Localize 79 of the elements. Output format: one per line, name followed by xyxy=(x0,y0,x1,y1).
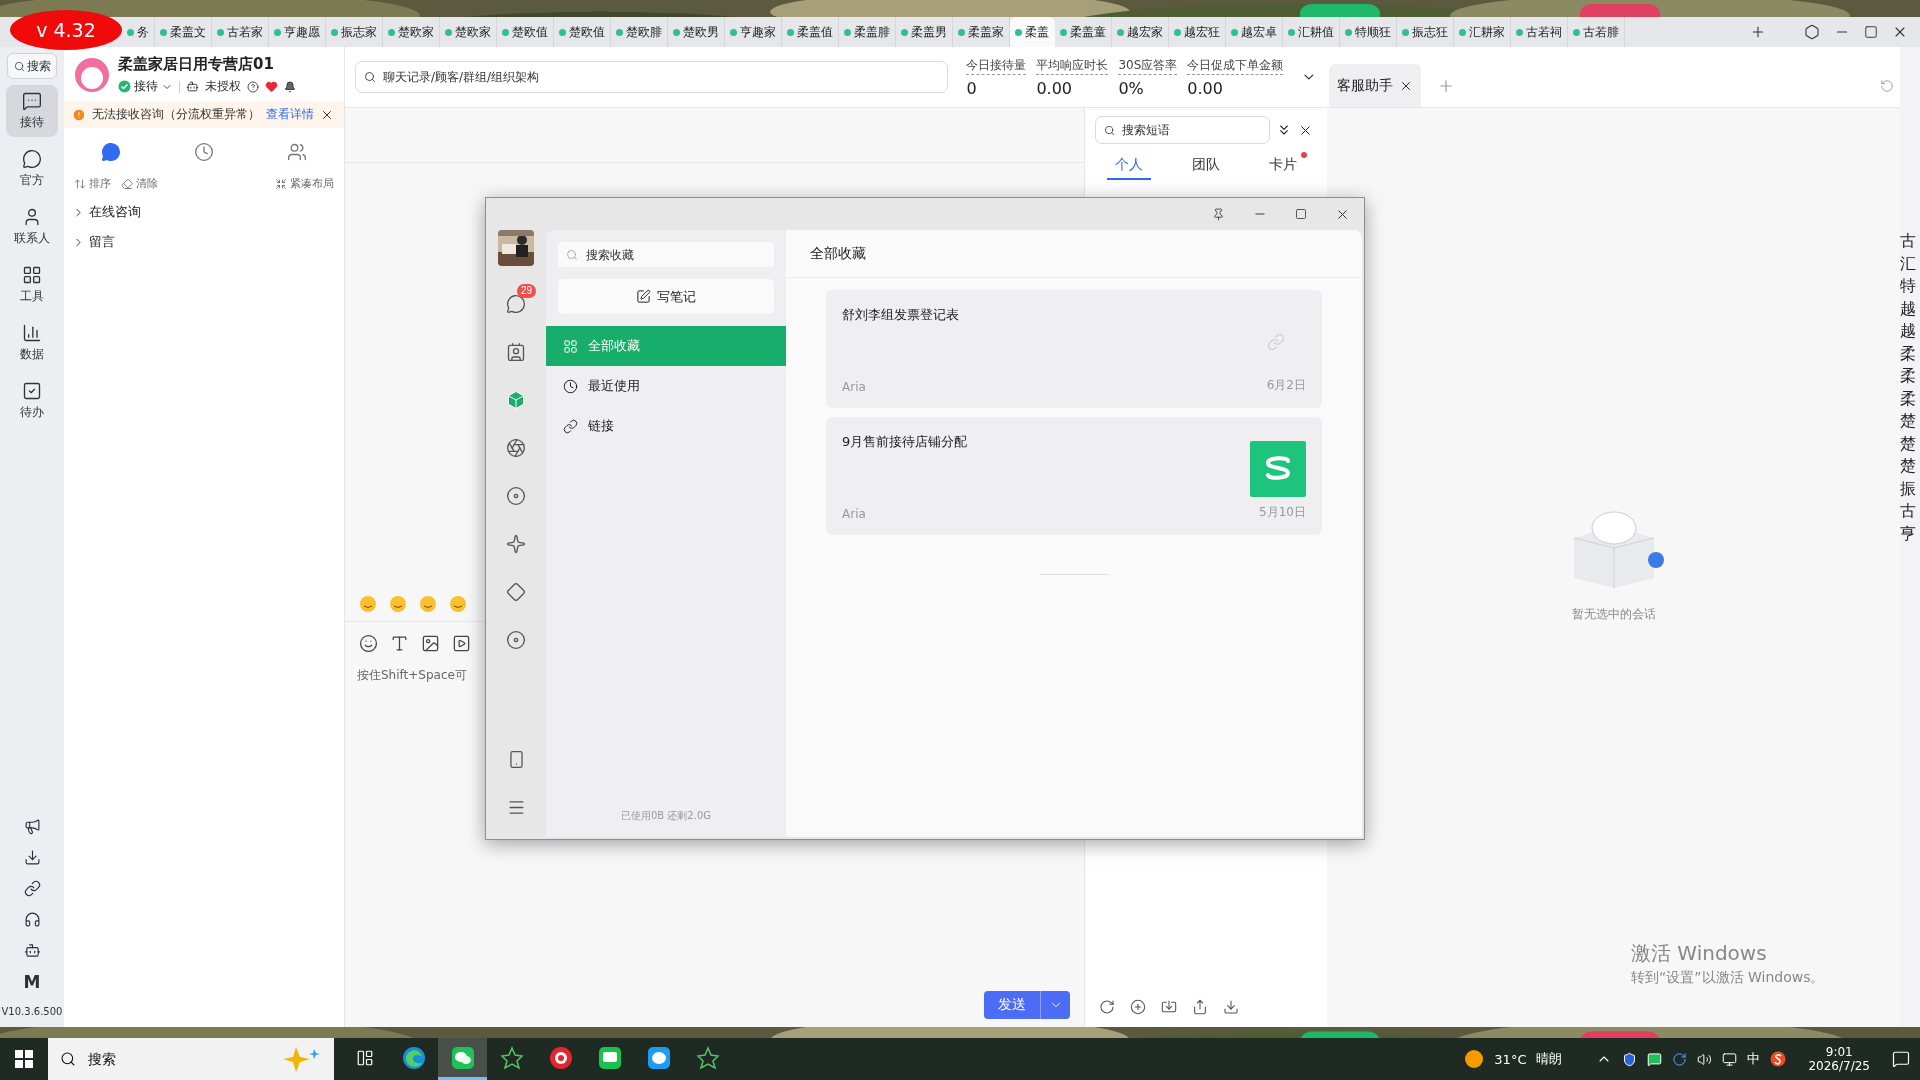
side-label: 越 xyxy=(1900,320,1916,342)
empty-text: 暂无选中的会话 xyxy=(1571,606,1656,623)
group-item[interactable]: 留言 xyxy=(64,227,344,257)
panel-title: 全部收藏 xyxy=(786,230,1362,278)
side-label: 古 xyxy=(1900,230,1916,252)
clock-time: 9:01 xyxy=(1825,1045,1853,1059)
temperature-text: 31°C xyxy=(1494,1051,1527,1067)
action-button[interactable]: 清除 xyxy=(121,176,158,191)
card-author: Aria xyxy=(842,507,867,521)
nav-item[interactable]: 待办 xyxy=(6,375,58,427)
shop-tab[interactable]: 柔盖 xyxy=(1010,17,1055,47)
phrase-tab[interactable]: 卡片 xyxy=(1260,152,1305,180)
search-field[interactable]: 聊天记录/顾客/群组/组织架构 xyxy=(355,61,949,93)
side-label: 柔 xyxy=(1900,365,1916,387)
send-button[interactable]: 发送 xyxy=(984,991,1040,1019)
activation-text: 转到“设置”以激活 Windows。 xyxy=(1631,969,1825,987)
action-button[interactable]: 排序 xyxy=(74,176,111,191)
activation-title: 激活 Windows xyxy=(1631,940,1768,967)
app-logo[interactable]: M xyxy=(23,972,41,992)
stat-label: 今日接待量 xyxy=(966,56,1027,75)
side-label: 古 xyxy=(1900,500,1916,522)
side-label: 柔 xyxy=(1900,387,1916,410)
action-button[interactable]: 紧凑布局 xyxy=(275,176,334,191)
version-text: V10.3.6.500 xyxy=(1,1006,63,1017)
shop-name: 柔盖家居日用专营店01 xyxy=(118,55,275,74)
nav-item[interactable]: 接待 xyxy=(6,85,58,137)
card-author: Aria xyxy=(842,380,867,394)
assistant-tab[interactable]: 客服助手 xyxy=(1329,64,1421,107)
side-label: 特 xyxy=(1900,275,1916,297)
write-note-button[interactable]: 写笔记 xyxy=(558,279,774,314)
nav-item[interactable]: 数据 xyxy=(6,317,58,369)
search-field[interactable]: 搜索收藏 xyxy=(558,242,774,267)
search-input[interactable]: 搜索短语 xyxy=(1120,122,1261,138)
unread-badge: 29 xyxy=(516,284,536,298)
nav-item[interactable]: 工具 xyxy=(6,259,58,311)
card-title: 9月售前接待店铺分配 xyxy=(842,433,969,451)
card-date: 5月10日 xyxy=(1259,504,1306,521)
favorites-nav-item[interactable]: 链接 xyxy=(546,406,786,446)
weather-text: 晴朗 xyxy=(1536,1050,1563,1068)
side-label: 楚 xyxy=(1900,455,1916,477)
clock-date: 2026/7/25 xyxy=(1808,1059,1870,1073)
favorite-card[interactable]: 舒刘李组发票登记表 Aria 6月2日 xyxy=(826,290,1322,408)
side-label: 楚 xyxy=(1900,432,1916,455)
search-field[interactable]: 搜索短语 xyxy=(1095,116,1270,144)
auth-status: 未授权 xyxy=(205,78,241,95)
stat-value: 0.00 xyxy=(1036,78,1073,98)
phrase-tab[interactable]: 团队 xyxy=(1184,152,1228,180)
side-label: 亨 xyxy=(1900,522,1916,545)
search-input[interactable]: 聊天记录/顾客/群组/组织架构 xyxy=(381,69,940,85)
alert-text: 无法接收咨询（分流权重异常） xyxy=(92,106,260,123)
stat-value: 0% xyxy=(1118,78,1145,98)
favorites-nav-item[interactable]: 最近使用 xyxy=(546,366,786,406)
search-input[interactable]: 搜索 xyxy=(86,1050,264,1068)
nav-item[interactable]: 联系人 xyxy=(6,201,58,253)
stat-value: 0.00 xyxy=(1187,78,1224,98)
stat-value: 0 xyxy=(966,78,978,98)
side-label: 越 xyxy=(1900,297,1916,320)
nav-item[interactable]: 官方 xyxy=(6,143,58,195)
favorite-card[interactable]: 9月售前接待店铺分配 Aria 5月10日 xyxy=(826,417,1322,535)
status-dropdown[interactable]: 接待 xyxy=(118,78,173,95)
details-link[interactable]: 查看详情 xyxy=(266,106,314,123)
stat-label: 今日促成下单金额 xyxy=(1187,56,1284,75)
side-label: 柔 xyxy=(1900,342,1916,365)
input-method[interactable]: 中 xyxy=(1747,1050,1761,1068)
stat-label: 平均响应时长 xyxy=(1036,56,1109,75)
card-date: 6月2日 xyxy=(1266,377,1306,394)
card-title: 舒刘李组发票登记表 xyxy=(842,306,960,324)
search-button[interactable]: 搜索 xyxy=(7,53,57,79)
group-item[interactable]: 在线咨询 xyxy=(64,197,344,227)
rail-button[interactable]: 29 xyxy=(496,280,536,328)
side-label: 振 xyxy=(1900,477,1916,500)
taskbar-search-field[interactable]: 搜索 xyxy=(48,1038,334,1080)
storage-text: 已使用0B 还剩2.0G xyxy=(619,809,713,823)
side-label: 汇 xyxy=(1900,252,1916,275)
side-label: 楚 xyxy=(1900,410,1916,432)
stat-label: 30S应答率 xyxy=(1118,56,1178,75)
phrase-tab[interactable]: 个人 xyxy=(1107,152,1152,180)
message-input[interactable]: 按住Shift+Space可 xyxy=(345,661,483,691)
search-input[interactable]: 搜索收藏 xyxy=(584,246,766,263)
